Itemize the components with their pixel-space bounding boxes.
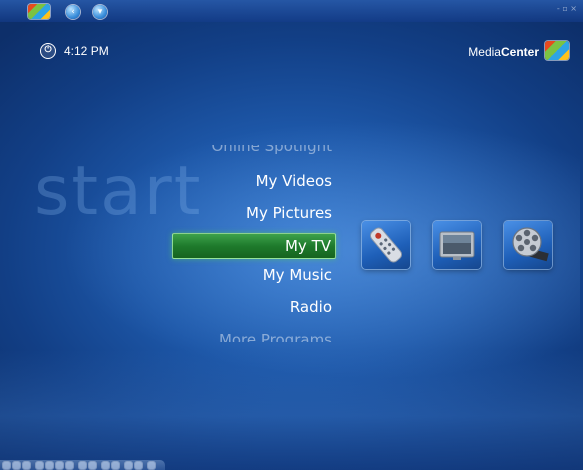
menu-item-my-pictures[interactable]: My Pictures (246, 204, 332, 222)
transport-button[interactable] (56, 462, 63, 469)
menu-item-label: Radio (289, 298, 332, 316)
tile-remote-control[interactable] (362, 221, 410, 269)
menu-item-my-music[interactable]: My Music (263, 266, 332, 284)
film-reel-icon (512, 227, 549, 262)
transport-button[interactable] (135, 462, 142, 469)
menu-item-label: My TV (284, 237, 331, 255)
menu-item-label: My Music (262, 266, 332, 284)
transport-button[interactable] (46, 462, 53, 469)
tv-monitor-icon (439, 231, 475, 260)
menu-item-label: My Videos (255, 172, 332, 190)
tile-film-reel[interactable] (504, 221, 552, 269)
transport-button[interactable] (148, 462, 155, 469)
menu-item-label: More Programs (218, 331, 332, 342)
menu-item-radio[interactable]: Radio (290, 298, 332, 316)
menu-item-label: Online Spotlight (211, 145, 333, 155)
transport-button[interactable] (36, 462, 43, 469)
transport-button[interactable] (102, 462, 109, 469)
transport-button[interactable] (3, 462, 10, 469)
transport-button[interactable] (66, 462, 73, 469)
start-menu: Online Spotlight My Videos My Pictures M… (0, 0, 583, 470)
transport-button[interactable] (125, 462, 132, 469)
transport-button[interactable] (112, 462, 119, 469)
tile-tv-monitor[interactable] (433, 221, 481, 269)
transport-button[interactable] (13, 462, 20, 469)
menu-item-more-programs[interactable]: More Programs (219, 331, 332, 342)
transport-bar (0, 460, 165, 470)
remote-control-icon (369, 227, 403, 263)
transport-button[interactable] (79, 462, 86, 469)
transport-button[interactable] (23, 462, 30, 469)
menu-item-online-spotlight[interactable]: Online Spotlight (212, 145, 333, 155)
menu-item-my-videos[interactable]: My Videos (256, 172, 332, 190)
menu-item-my-tv[interactable]: My TV (172, 233, 336, 259)
transport-button[interactable] (89, 462, 96, 469)
menu-item-label: My Pictures (246, 204, 332, 222)
